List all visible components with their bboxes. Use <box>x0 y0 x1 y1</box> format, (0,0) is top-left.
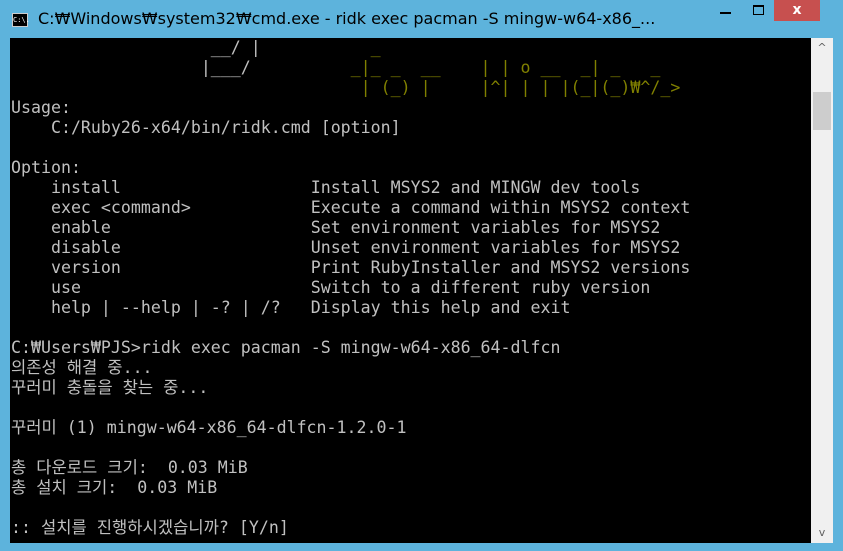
scroll-down-arrow-icon[interactable]: v <box>811 523 833 543</box>
logo-line: __/ | _ <box>11 38 811 58</box>
console-line: ​ <box>11 138 811 158</box>
console-line: C:₩Users₩PJS>ridk exec pacman -S mingw-w… <box>11 338 561 357</box>
console-line: C:/Ruby26-x64/bin/ridk.cmd [option] <box>11 118 401 137</box>
scroll-up-arrow-icon[interactable]: ^ <box>811 38 833 58</box>
console-line: ​ <box>11 398 811 418</box>
console-line: 총 다운로드 크기: 0.03 MiB <box>11 458 248 477</box>
logo-yellow-part: _|_ _ __ | | o __ _| _ _ <box>250 58 661 77</box>
window-title: C:₩Windows₩system32₩cmd.exe - ridk exec … <box>38 9 656 28</box>
console-line: version Print RubyInstaller and MSYS2 ve… <box>11 258 691 277</box>
console-line: 꾸러미 (1) mingw-w64-x86_64-dlfcn-1.2.0-1 <box>11 418 407 437</box>
console-line: ​ <box>11 498 811 518</box>
console-text: Usage: C:/Ruby26-x64/bin/ridk.cmd [optio… <box>10 98 811 538</box>
console-line: ​ <box>11 438 811 458</box>
console-line: disable Unset environment variables for … <box>11 238 681 257</box>
logo-white-part: __/ | <box>11 38 261 57</box>
ruby-installer-logo: __/ | _ |___/ _|_ _ __ | | o __ _| _ _ |… <box>10 38 811 98</box>
close-button[interactable]: x <box>774 0 820 21</box>
console-line: ​ <box>11 318 811 338</box>
logo-white-part: |___/ <box>11 58 251 77</box>
logo-yellow-part: _ <box>260 38 381 57</box>
logo-line: |___/ _|_ _ __ | | o __ _| _ _ <box>11 58 811 78</box>
console-line: :: 설치를 진행하시겠습니까? [Y/n] <box>11 518 289 537</box>
console-line: Option: <box>11 158 81 177</box>
vertical-scrollbar[interactable]: ^ v <box>811 38 833 543</box>
logo-yellow-part: | (_) | |^| | | |(_|(_)₩^/_> <box>11 78 681 97</box>
console-line: exec <command> Execute a command within … <box>11 198 691 217</box>
cmd-icon[interactable]: C:\. <box>12 13 30 27</box>
console-line: Usage: <box>11 98 71 117</box>
console-line: help | --help | -? | /? Display this hel… <box>11 298 571 317</box>
console-line: enable Set environment variables for MSY… <box>11 218 661 237</box>
minimize-button[interactable] <box>711 0 741 21</box>
scrollbar-thumb[interactable] <box>813 92 831 130</box>
title-bar[interactable]: C:\. C:₩Windows₩system32₩cmd.exe - ridk … <box>0 0 843 38</box>
maximize-button[interactable] <box>745 0 773 21</box>
console-line: 의존성 해결 중... <box>11 358 153 377</box>
console-line: use Switch to a different ruby version <box>11 278 651 297</box>
console-line: 총 설치 크기: 0.03 MiB <box>11 478 218 497</box>
console-line: 꾸러미 충돌을 찾는 중... <box>11 378 209 397</box>
logo-line: | (_) | |^| | | |(_|(_)₩^/_> <box>11 78 811 98</box>
console-line: install Install MSYS2 and MINGW dev tool… <box>11 178 641 197</box>
console-output[interactable]: __/ | _ |___/ _|_ _ __ | | o __ _| _ _ |… <box>10 38 811 543</box>
